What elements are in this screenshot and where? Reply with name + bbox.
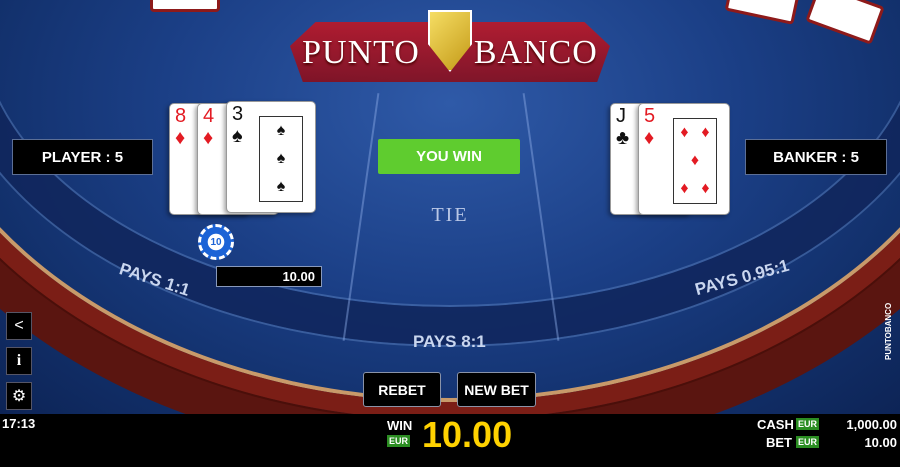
game-name-vertical: PUNTOBANCO (884, 302, 893, 360)
card-rank: 5 (644, 105, 656, 127)
logo-left-word: PUNTO (302, 34, 420, 71)
spade-icon: ♠ (232, 125, 243, 147)
card-face: ♠ ♠ ♠ (259, 116, 303, 202)
diamond-icon: ♦ (701, 180, 710, 197)
spade-icon: ♠ (276, 150, 286, 167)
player-card-3: 3 ♠ ♠ ♠ ♠ (226, 101, 316, 213)
game-table: PUNTO BANCO PLAYER : 5 BANKER : 5 8 ♦ 4 ♦… (0, 0, 900, 414)
currency-tag: EUR (796, 436, 820, 448)
diamond-icon: ♦ (203, 127, 214, 149)
clock: 17:13 (2, 416, 36, 431)
rebet-button[interactable]: REBET (363, 372, 441, 407)
win-value: 10.00 (422, 414, 513, 455)
corner-card-decor (150, 0, 220, 12)
logo-right-word: BANCO (473, 34, 598, 71)
diamond-icon: ♦ (680, 180, 689, 197)
share-icon[interactable]: < (6, 312, 32, 340)
card-rank: 4 (203, 105, 215, 127)
player-score-label: PLAYER : 5 (12, 139, 153, 175)
you-win-banner: YOU WIN (378, 139, 520, 174)
banker-card-2: 5 ♦ ♦ ♦ ♦ ♦ ♦ (638, 103, 730, 215)
currency-tag: EUR (387, 435, 411, 447)
diamond-icon: ♦ (680, 124, 689, 141)
banker-score-label: BANKER : 5 (745, 139, 887, 175)
player-bet-amount: 10.00 (216, 266, 322, 287)
card-rank: 8 (175, 105, 187, 127)
club-icon: ♣ (616, 127, 630, 149)
spade-icon: ♠ (276, 178, 286, 195)
logo-text: PUNTO BANCO (280, 34, 620, 72)
diamond-icon: ♦ (701, 124, 710, 141)
win-label: WIN (387, 418, 413, 433)
gear-icon[interactable]: ⚙ (6, 382, 32, 410)
card-face: ♦ ♦ ♦ ♦ ♦ (673, 118, 717, 204)
diamond-icon: ♦ (175, 127, 186, 149)
game-logo: PUNTO BANCO (280, 0, 620, 100)
currency-tag: EUR (796, 418, 820, 430)
cash-label: CASH (757, 417, 794, 432)
info-icon[interactable]: i (6, 347, 32, 375)
card-rank: J (616, 105, 626, 127)
bet-label: BET (766, 435, 792, 450)
cash-value: 1,000.00 (846, 417, 897, 432)
diamond-icon: ♦ (644, 127, 655, 149)
new-bet-button[interactable]: NEW BET (457, 372, 536, 407)
card-rank: 3 (232, 103, 244, 125)
tie-label: TIE (431, 204, 469, 226)
diamond-icon: ♦ (690, 152, 700, 169)
tie-pays-label: PAYS 8:1 (413, 332, 486, 351)
status-bar: 17:13 WIN EUR 10.00 CASH EUR 1,000.00 BE… (0, 414, 900, 467)
bet-chip[interactable]: 10 (198, 224, 234, 260)
spade-icon: ♠ (276, 122, 286, 139)
bet-value: 10.00 (864, 435, 897, 450)
